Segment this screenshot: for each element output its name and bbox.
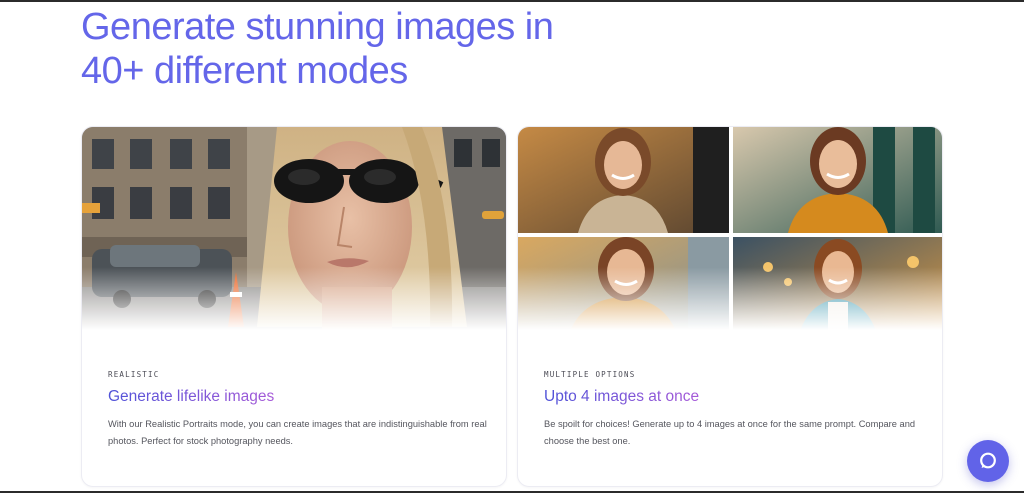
portrait-tile-2 xyxy=(733,127,942,233)
realistic-card-text: REALISTIC Generate lifelike images With … xyxy=(108,370,488,450)
card-eyebrow: REALISTIC xyxy=(108,370,160,379)
headline-line-1: Generate stunning images in xyxy=(81,6,554,48)
card-description: With our Realistic Portraits mode, you c… xyxy=(108,419,487,446)
chat-bubble-icon xyxy=(980,452,996,469)
card-title: Upto 4 images at once xyxy=(544,388,700,405)
portrait-tile-1 xyxy=(518,127,729,233)
chat-button[interactable] xyxy=(967,440,1009,482)
feature-card-multiple-options: MULTIPLE OPTIONS Upto 4 images at once B… xyxy=(517,126,943,487)
page: Generate stunning images in 40+ differen… xyxy=(0,0,1024,493)
page-headline: Generate stunning images in 40+ differen… xyxy=(81,5,554,93)
headline-line-2: 40+ different modes xyxy=(81,50,408,92)
card-title: Generate lifelike images xyxy=(108,388,275,405)
multiple-portraits-grid xyxy=(518,127,942,337)
realistic-portrait-image xyxy=(82,127,506,337)
portrait-tile-4 xyxy=(733,237,942,337)
card-eyebrow: MULTIPLE OPTIONS xyxy=(544,370,636,379)
multiple-options-card-text: MULTIPLE OPTIONS Upto 4 images at once B… xyxy=(544,370,924,450)
feature-card-realistic: REALISTIC Generate lifelike images With … xyxy=(81,126,507,487)
portrait-tile-3 xyxy=(518,237,729,337)
card-description: Be spoilt for choices! Generate up to 4 … xyxy=(544,419,916,446)
